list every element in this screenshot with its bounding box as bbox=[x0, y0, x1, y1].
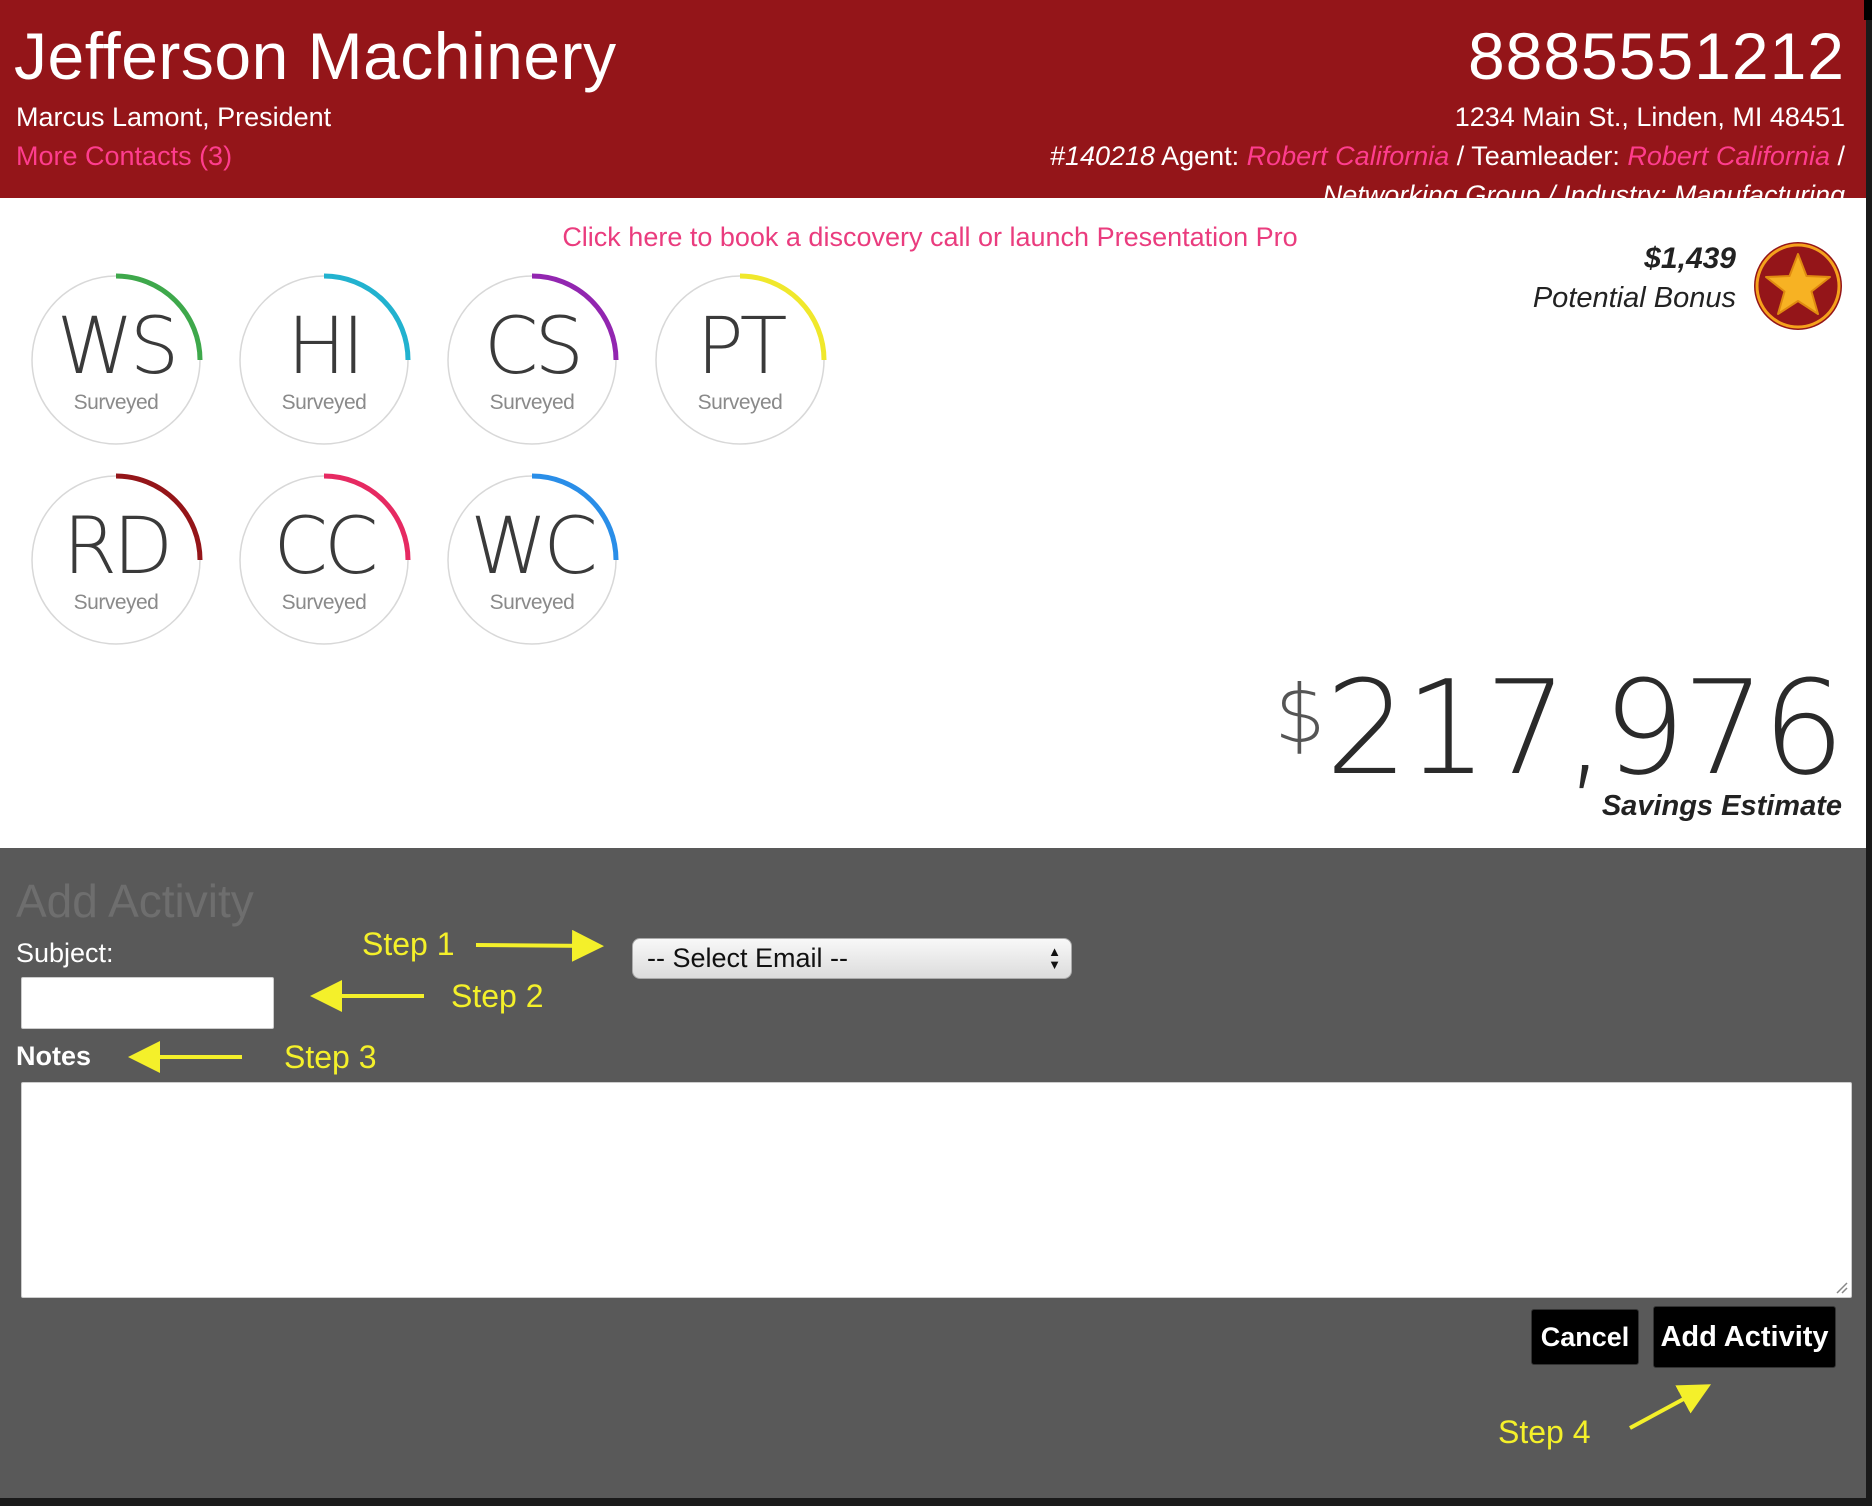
cancel-button[interactable]: Cancel bbox=[1531, 1309, 1639, 1365]
bonus-amount: $1,439 bbox=[1644, 242, 1736, 275]
window-corner bbox=[1864, 0, 1872, 20]
primary-contact: Marcus Lamont, President bbox=[16, 102, 332, 132]
industry-meta: Networking Group / Industry: Manufacturi… bbox=[1322, 180, 1845, 198]
gauge-status: Surveyed bbox=[489, 391, 575, 414]
gauge-ws[interactable]: WS Surveyed bbox=[26, 270, 206, 450]
savings-label: Savings Estimate bbox=[1601, 790, 1842, 822]
gauge-cs[interactable]: CS Surveyed bbox=[442, 270, 622, 450]
gauge-cc[interactable]: CC Surveyed bbox=[234, 470, 414, 650]
gauge-status: Surveyed bbox=[73, 591, 159, 614]
more-contacts-link[interactable]: More Contacts (3) bbox=[16, 141, 232, 172]
gauge-hi[interactable]: HI Surveyed bbox=[234, 270, 414, 450]
meta-separator: / bbox=[1837, 141, 1845, 171]
bonus-label: Potential Bonus bbox=[1532, 282, 1736, 314]
crm-page: Jefferson Machinery Marcus Lamont, Presi… bbox=[0, 0, 1866, 1506]
savings-amount: 217,976 bbox=[1325, 652, 1845, 804]
agent-label: Agent: bbox=[1161, 141, 1240, 171]
page-bottom-edge bbox=[0, 1498, 1866, 1506]
gauge-abbr: WC bbox=[470, 502, 598, 592]
company-header: Jefferson Machinery Marcus Lamont, Presi… bbox=[0, 0, 1866, 198]
step-1-annotation: Step 1 bbox=[362, 926, 455, 962]
book-discovery-call-link[interactable]: Click here to book a discovery call or l… bbox=[0, 222, 1860, 253]
resize-grip-icon[interactable] bbox=[1834, 1280, 1848, 1294]
account-meta: #140218 Agent: Robert California / Teaml… bbox=[1050, 141, 1845, 172]
gauge-status: Surveyed bbox=[281, 591, 367, 614]
add-activity-title: Add Activity bbox=[16, 875, 254, 927]
company-address: 1234 Main St., Linden, MI 48451 bbox=[1454, 102, 1845, 132]
gauge-status: Surveyed bbox=[73, 391, 159, 414]
email-select-value: -- Select Email -- bbox=[647, 943, 849, 973]
gauge-status: Surveyed bbox=[489, 591, 575, 614]
step-3-annotation: Step 3 bbox=[284, 1039, 377, 1075]
window-edge bbox=[1866, 0, 1872, 1506]
phone-number[interactable]: 8885551212 bbox=[1468, 18, 1845, 94]
step-2-annotation: Step 2 bbox=[451, 978, 544, 1014]
gauge-abbr: WS bbox=[56, 302, 180, 392]
teamleader-link[interactable]: Robert California bbox=[1627, 141, 1830, 171]
savings-currency: $ bbox=[1274, 668, 1326, 761]
company-name: Jefferson Machinery bbox=[14, 19, 617, 93]
agent-link[interactable]: Robert California bbox=[1247, 141, 1450, 171]
subject-input[interactable] bbox=[21, 977, 274, 1029]
gauge-wc[interactable]: WC Surveyed bbox=[442, 470, 622, 650]
add-activity-button[interactable]: Add Activity bbox=[1653, 1306, 1836, 1368]
select-arrows-icon: ▲ ▼ bbox=[1048, 944, 1061, 972]
star-icon bbox=[1754, 242, 1842, 330]
gauge-abbr: CS bbox=[484, 302, 584, 392]
gauge-rd[interactable]: RD Surveyed bbox=[26, 470, 206, 650]
notes-label: Notes bbox=[16, 1041, 92, 1071]
gauge-status: Surveyed bbox=[697, 391, 783, 414]
teamleader-label: / Teamleader: bbox=[1456, 141, 1620, 171]
gauge-abbr: HI bbox=[287, 302, 365, 392]
gauge-abbr: PT bbox=[696, 302, 788, 392]
gauge-pt[interactable]: PT Surveyed bbox=[650, 270, 830, 450]
step-4-annotation: Step 4 bbox=[1498, 1414, 1591, 1450]
gauge-abbr: RD bbox=[62, 502, 173, 592]
subject-label: Subject: bbox=[16, 938, 114, 968]
email-template-select[interactable]: -- Select Email -- ▲ ▼ bbox=[632, 938, 1072, 979]
gauge-status: Surveyed bbox=[281, 391, 367, 414]
notes-textarea[interactable] bbox=[21, 1082, 1852, 1298]
gauge-abbr: CC bbox=[273, 502, 379, 592]
account-id: #140218 bbox=[1049, 141, 1156, 171]
savings-estimate: $217,976 bbox=[1274, 652, 1845, 804]
